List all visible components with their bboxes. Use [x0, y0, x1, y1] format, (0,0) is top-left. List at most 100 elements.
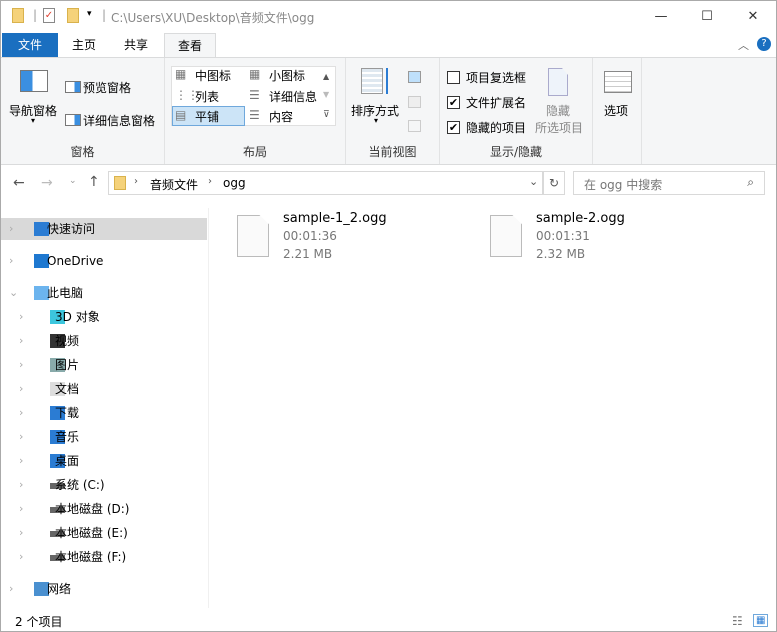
maximize-button[interactable]: ☐	[684, 1, 730, 31]
layout-small-icons[interactable]: 小图标	[269, 67, 305, 84]
chevron-right-icon[interactable]: ›	[19, 426, 23, 448]
nav-item[interactable]: › 音乐	[1, 426, 207, 448]
file-extensions-checkbox[interactable]: ✔	[447, 96, 460, 109]
chevron-right-icon[interactable]: ›	[19, 306, 23, 328]
nav-item[interactable]: › 网络	[1, 578, 207, 600]
nav-item[interactable]: › 本地磁盘 (D:)	[1, 498, 207, 520]
chevron-right-icon[interactable]: ›	[9, 250, 13, 272]
breadcrumb-audio[interactable]: 音频文件	[150, 176, 198, 193]
chevron-right-icon[interactable]: ›	[19, 402, 23, 424]
layout-tiles[interactable]: 平铺	[195, 108, 219, 125]
nav-item[interactable]: › 本地磁盘 (F:)	[1, 546, 207, 568]
chevron-right-icon[interactable]: ›	[19, 546, 23, 568]
window-path: C:\Users\XU\Desktop\音频文件\ogg	[111, 11, 315, 25]
customize-qat-icon[interactable]: ▾	[87, 9, 92, 19]
nav-item[interactable]: › 3D 对象	[1, 306, 207, 328]
item-checkboxes-label[interactable]: 项目复选框	[466, 69, 526, 86]
close-button[interactable]: ✕	[730, 1, 776, 31]
chevron-right-icon[interactable]: ›	[19, 474, 23, 496]
nav-item[interactable]: › 快速访问	[1, 218, 207, 240]
tiles-view-button[interactable]: ▦	[753, 614, 769, 627]
tab-view[interactable]: 查看	[164, 33, 216, 58]
file-size: 2.21 MB	[283, 247, 333, 261]
nav-item[interactable]: ⌄ 此电脑	[1, 282, 207, 304]
nav-item[interactable]: › 系统 (C:)	[1, 474, 207, 496]
file-duration: 00:01:31	[536, 229, 590, 243]
layout-expand[interactable]: ⊽	[323, 110, 330, 120]
item-count: 2 个项目	[15, 615, 63, 629]
nav-item[interactable]: › OneDrive	[1, 250, 207, 272]
chevron-right-icon[interactable]: ›	[19, 378, 23, 400]
file-extensions-label[interactable]: 文件扩展名	[466, 94, 526, 111]
nav-item-label: 视频	[55, 334, 80, 348]
chevron-right-icon[interactable]: ›	[19, 450, 23, 472]
group-panes: 导航窗格 ▾ 预览窗格 详细信息窗格 窗格	[1, 58, 165, 164]
collapse-ribbon-icon[interactable]: ︿	[738, 37, 749, 53]
new-folder-icon[interactable]	[67, 8, 79, 23]
details-pane-button[interactable]: 详细信息窗格	[83, 112, 155, 129]
group-by-icon[interactable]	[408, 71, 421, 83]
file-item[interactable]: sample-1_2.ogg 00:01:36 2.21 MB	[211, 211, 411, 267]
file-duration: 00:01:36	[283, 229, 337, 243]
address-dropdown-icon[interactable]: ⌄	[529, 175, 538, 188]
recent-locations-icon[interactable]: ⌄	[69, 176, 77, 186]
group-label: 当前视图	[368, 145, 417, 159]
tab-file[interactable]: 文件	[2, 33, 58, 57]
layout-medium-icons[interactable]: 中图标	[195, 67, 231, 84]
properties-icon[interactable]: ✓	[43, 8, 55, 23]
group-label: 布局	[242, 145, 267, 159]
nav-item[interactable]: › 文档	[1, 378, 207, 400]
nav-item-label: 音乐	[55, 430, 80, 444]
preview-pane-icon	[65, 81, 81, 93]
layout-scroll-down[interactable]: ▼	[323, 90, 329, 99]
chevron-right-icon[interactable]: ›	[9, 218, 13, 240]
chevron-right-icon[interactable]: ›	[19, 354, 23, 376]
hidden-items-checkbox[interactable]: ✔	[447, 121, 460, 134]
preview-pane-button[interactable]: 预览窗格	[83, 79, 131, 96]
chevron-right-icon[interactable]: ›	[19, 330, 23, 352]
options-icon	[604, 71, 632, 93]
options-button[interactable]: 选项	[604, 102, 628, 119]
layout-list[interactable]: 列表	[195, 88, 219, 105]
tab-share[interactable]: 共享	[113, 33, 159, 57]
group-layout: ▦ 中图标 ▦ 小图标 ⋮⋮ 列表 ☰ 详细信息 ▤ 平铺 ☰ 内容 ▲ ▼ ⊽ 布局	[165, 58, 346, 164]
ribbon: 导航窗格 ▾ 预览窗格 详细信息窗格 窗格 ▦ 中图标 ▦ 小图标 ⋮⋮ 列表 ☰ 详细…	[1, 57, 776, 165]
nav-item[interactable]: › 本地磁盘 (E:)	[1, 522, 207, 544]
file-item[interactable]: sample-2.ogg 00:01:31 2.32 MB	[464, 211, 664, 267]
nav-item[interactable]: › 下载	[1, 402, 207, 424]
nav-item-label: 本地磁盘 (F:)	[55, 550, 127, 564]
file-name: sample-1_2.ogg	[283, 211, 387, 226]
item-checkboxes-checkbox[interactable]	[447, 71, 460, 84]
file-icon	[237, 215, 269, 257]
nav-item-label: 文档	[55, 382, 80, 396]
nav-item-label: OneDrive	[47, 254, 104, 268]
chevron-right-icon[interactable]: ›	[19, 522, 23, 544]
nav-item-label: 此电脑	[47, 286, 84, 300]
minimize-button[interactable]: —	[638, 1, 684, 31]
nav-item-label: 图片	[55, 358, 80, 372]
group-current-view: 排序方式 ▾ 当前视图	[346, 58, 440, 164]
address-bar[interactable]: › 音频文件 › ogg ⌄	[108, 171, 543, 195]
layout-details[interactable]: 详细信息	[269, 88, 317, 105]
search-input[interactable]: 在 ogg 中搜索 ⌕	[573, 171, 765, 195]
help-icon[interactable]: ?	[757, 37, 771, 51]
forward-button[interactable]: →	[41, 175, 53, 191]
nav-item[interactable]: › 视频	[1, 330, 207, 352]
nav-item-label: 下载	[55, 406, 80, 420]
hidden-items-label[interactable]: 隐藏的项目	[466, 119, 526, 136]
chevron-right-icon[interactable]: ›	[19, 498, 23, 520]
back-button[interactable]: ←	[13, 175, 25, 191]
layout-content[interactable]: 内容	[269, 108, 293, 125]
layout-scroll-up[interactable]: ▲	[323, 72, 329, 81]
up-button[interactable]: ↑	[88, 174, 100, 190]
details-view-button[interactable]: ☷	[732, 614, 743, 628]
breadcrumb-ogg[interactable]: ogg	[223, 176, 246, 190]
nav-item[interactable]: › 图片	[1, 354, 207, 376]
chevron-right-icon[interactable]: ›	[9, 578, 13, 600]
refresh-button[interactable]: ↻	[543, 171, 565, 195]
nav-item[interactable]: › 桌面	[1, 450, 207, 472]
chevron-down-icon[interactable]: ⌄	[9, 282, 18, 304]
hide-selected-button: 隐藏	[546, 104, 571, 118]
tab-home[interactable]: 主页	[61, 33, 107, 57]
group-show-hide: 项目复选框 ✔ 文件扩展名 ✔ 隐藏的项目 隐藏 所选项目 显示/隐藏	[440, 58, 593, 164]
